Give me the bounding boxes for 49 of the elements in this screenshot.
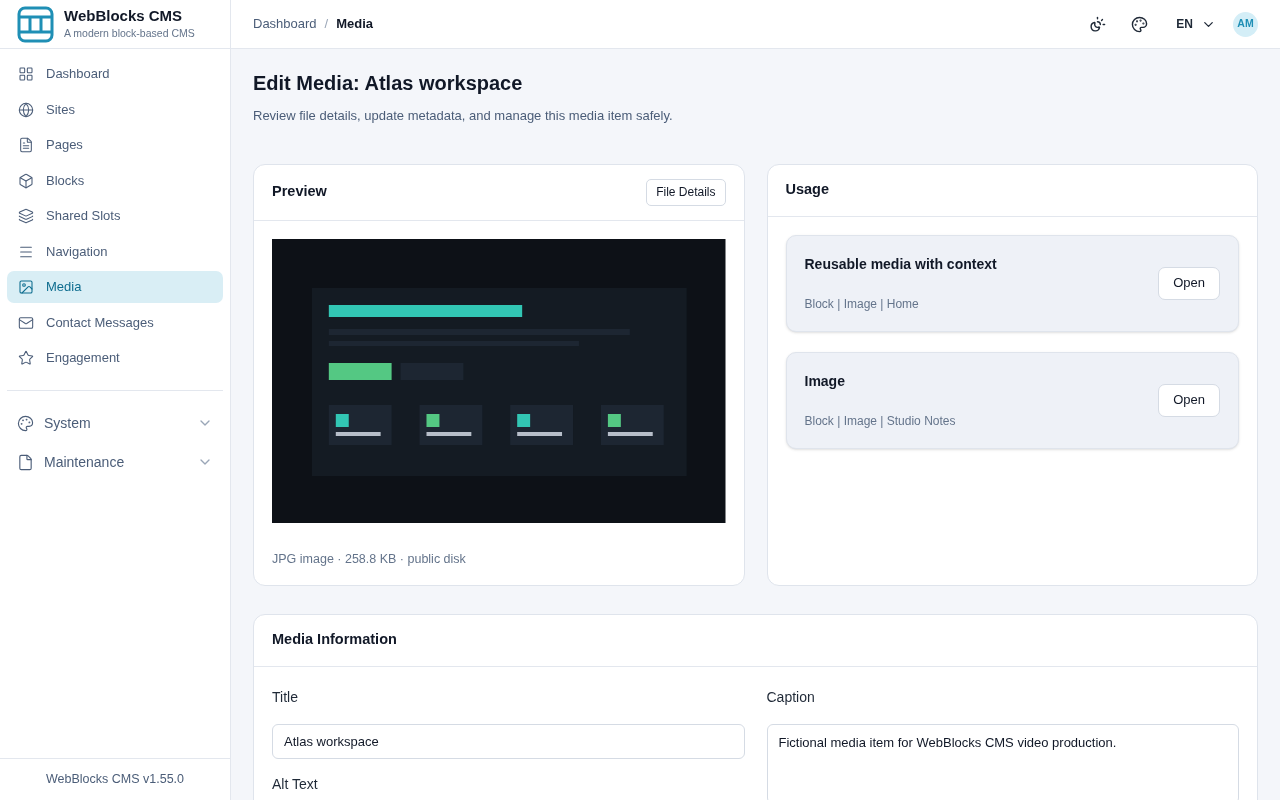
- star-icon: [18, 350, 34, 366]
- image-icon: [18, 279, 34, 295]
- page-title: Edit Media: Atlas workspace: [253, 71, 524, 96]
- open-button[interactable]: Open: [1158, 383, 1220, 417]
- field-label: Alt Text: [272, 774, 318, 793]
- nav-item[interactable]: Engagement: [7, 342, 223, 374]
- field-label: Title: [272, 687, 299, 707]
- nav-item[interactable]: Sites: [7, 93, 223, 126]
- nav-item[interactable]: Dashboard: [7, 58, 223, 90]
- caption-field[interactable]: Fictional media item for WebBlocks CMS video production.: [766, 723, 1239, 800]
- nav-item[interactable]: Pages: [7, 129, 223, 161]
- nav-item[interactable]: Blocks: [7, 164, 223, 197]
- nav-item[interactable]: Contact Messages: [7, 306, 223, 339]
- usage-title: Image: [804, 371, 846, 391]
- language-selector[interactable]: EN: [1176, 15, 1216, 33]
- document-icon: [18, 137, 34, 153]
- palette-icon: [17, 414, 34, 432]
- card-title: Media Information: [272, 630, 397, 650]
- page-subtitle: Review file details, update metadata, and manage this media item safely.: [253, 107, 674, 125]
- card-title: Usage: [785, 180, 830, 200]
- globe-icon: [18, 101, 34, 118]
- file-icon: [17, 453, 34, 471]
- breadcrumb-link[interactable]: Dashboard: [253, 14, 317, 34]
- nav-item[interactable]: Media: [7, 271, 223, 303]
- open-button[interactable]: Open: [1158, 266, 1220, 300]
- file-meta: JPG image · 258.8 KB · public disk: [272, 550, 467, 568]
- grid-icon: [18, 66, 34, 82]
- file-details-button[interactable]: File Details: [646, 178, 726, 206]
- field-label: Caption: [766, 687, 816, 707]
- usage-title: Reusable media with context: [804, 254, 998, 274]
- app-tagline: A modern block-based CMS: [64, 26, 195, 42]
- card-title: Preview: [272, 182, 327, 202]
- palette-icon[interactable]: [1131, 15, 1149, 33]
- title-field[interactable]: Atlas workspace: [272, 723, 745, 759]
- app-name: WebBlocks CMS: [64, 6, 184, 27]
- logo-icon: [17, 5, 54, 43]
- nav-item[interactable]: Navigation: [7, 235, 223, 268]
- nav-group[interactable]: System: [7, 407, 223, 439]
- layers-icon: [18, 208, 34, 224]
- theme-icon[interactable]: [1089, 15, 1107, 33]
- usage-meta: Block | Image | Home: [804, 295, 920, 313]
- nav-item[interactable]: Shared Slots: [7, 200, 223, 232]
- breadcrumb-current: Media: [336, 15, 374, 34]
- mail-icon: [18, 314, 34, 331]
- usage-meta: Block | Image | Studio Notes: [804, 412, 957, 430]
- nav-group[interactable]: Maintenance: [7, 446, 223, 478]
- cube-icon: [18, 172, 34, 189]
- breadcrumb-separator: /: [324, 15, 329, 34]
- version-text: WebBlocks CMS v1.55.0: [46, 771, 184, 789]
